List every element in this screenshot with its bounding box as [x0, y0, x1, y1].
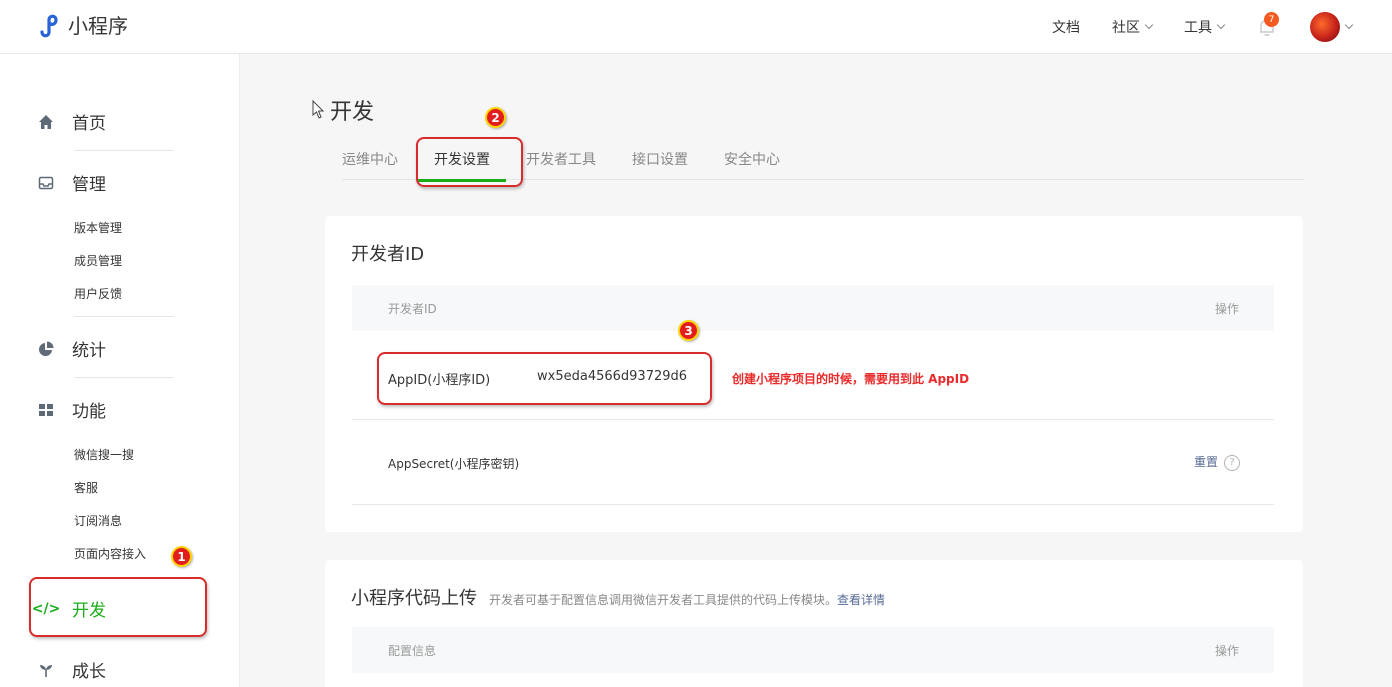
sidebar-item-customer-service[interactable]: 客服	[74, 479, 98, 496]
sidebar-item-members[interactable]: 成员管理	[74, 252, 122, 269]
pie-chart-icon	[38, 341, 54, 357]
sidebar-item-stats[interactable]: 统计	[38, 336, 106, 361]
page-title: 开发	[330, 100, 375, 125]
cursor-icon	[312, 100, 325, 119]
annotation-box-develop	[29, 577, 207, 637]
logo[interactable]: 小程序	[38, 10, 128, 39]
tab-dev-tools[interactable]: 开发者工具	[526, 150, 596, 180]
tab-api-settings[interactable]: 接口设置	[632, 150, 688, 180]
view-details-link[interactable]: 查看详情	[837, 593, 885, 607]
avatar	[1310, 12, 1340, 42]
annotation-box-appid	[377, 352, 712, 405]
column-header-dev-id: 开发者ID	[388, 302, 437, 316]
sidebar-item-subscribe-message[interactable]: 订阅消息	[74, 512, 122, 529]
annotation-step-3: 3	[678, 320, 699, 341]
tab-security-center[interactable]: 安全中心	[724, 150, 780, 180]
sprout-icon	[38, 662, 54, 678]
table-row-appsecret: AppSecret(小程序密钥) 重置?	[352, 420, 1274, 505]
divider	[74, 150, 174, 151]
column-header-action: 操作	[1214, 644, 1239, 658]
annotation-box-dev-settings	[416, 137, 523, 187]
card-title: 开发者ID	[351, 244, 425, 265]
table-header: 配置信息 操作	[352, 627, 1274, 673]
inbox-icon	[38, 175, 54, 191]
column-header-config: 配置信息	[388, 644, 437, 658]
chevron-down-icon	[1144, 20, 1154, 30]
notification-badge: 7	[1264, 12, 1279, 27]
nav-tools[interactable]: 工具	[1184, 17, 1226, 37]
sidebar-item-features[interactable]: 功能	[38, 397, 106, 422]
chevron-down-icon	[1344, 20, 1354, 30]
account-menu[interactable]	[1310, 12, 1354, 42]
column-header-action: 操作	[1214, 302, 1239, 316]
divider	[74, 377, 174, 378]
chevron-down-icon	[1216, 20, 1226, 30]
annotation-step-1: 1	[171, 546, 192, 567]
code-upload-card: 小程序代码上传 开发者可基于配置信息调用微信开发者工具提供的代码上传模块。查看详情…	[325, 560, 1303, 687]
sidebar-item-page-content[interactable]: 页面内容接入	[74, 545, 146, 562]
card-title: 小程序代码上传 开发者可基于配置信息调用微信开发者工具提供的代码上传模块。查看详情	[351, 588, 886, 609]
nav-community[interactable]: 社区	[1112, 17, 1154, 37]
sidebar-item-feedback[interactable]: 用户反馈	[74, 285, 122, 302]
home-icon	[38, 114, 54, 130]
table-header: 开发者ID 操作	[352, 285, 1274, 331]
card-description: 开发者可基于配置信息调用微信开发者工具提供的代码上传模块。查看详情	[489, 593, 886, 607]
appsecret-actions: 重置?	[1194, 453, 1240, 471]
sidebar-item-grow[interactable]: 成长	[38, 657, 106, 682]
sidebar-item-version[interactable]: 版本管理	[74, 219, 122, 236]
nav-docs[interactable]: 文档	[1052, 17, 1080, 37]
sidebar-item-manage[interactable]: 管理	[38, 170, 106, 195]
tab-ops-center[interactable]: 运维中心	[342, 150, 398, 180]
appid-annotation-note: 创建小程序项目的时候，需要用到此 AppID	[732, 372, 970, 386]
logo-text: 小程序	[68, 14, 128, 38]
sidebar-item-home[interactable]: 首页	[38, 109, 106, 134]
sidebar-item-wechat-search[interactable]: 微信搜一搜	[74, 446, 134, 463]
notification-button[interactable]: 7	[1256, 12, 1279, 38]
help-icon[interactable]: ?	[1224, 454, 1240, 471]
top-header: 小程序 文档 社区 工具 7	[0, 0, 1392, 54]
reset-secret-link[interactable]: 重置	[1194, 455, 1218, 469]
grid-icon	[38, 402, 54, 418]
annotation-step-2: 2	[485, 107, 506, 128]
appsecret-label: AppSecret(小程序密钥)	[388, 457, 520, 471]
divider	[74, 316, 174, 317]
top-nav: 文档 社区 工具 7	[1052, 0, 1392, 54]
mini-program-logo-icon	[40, 14, 58, 37]
